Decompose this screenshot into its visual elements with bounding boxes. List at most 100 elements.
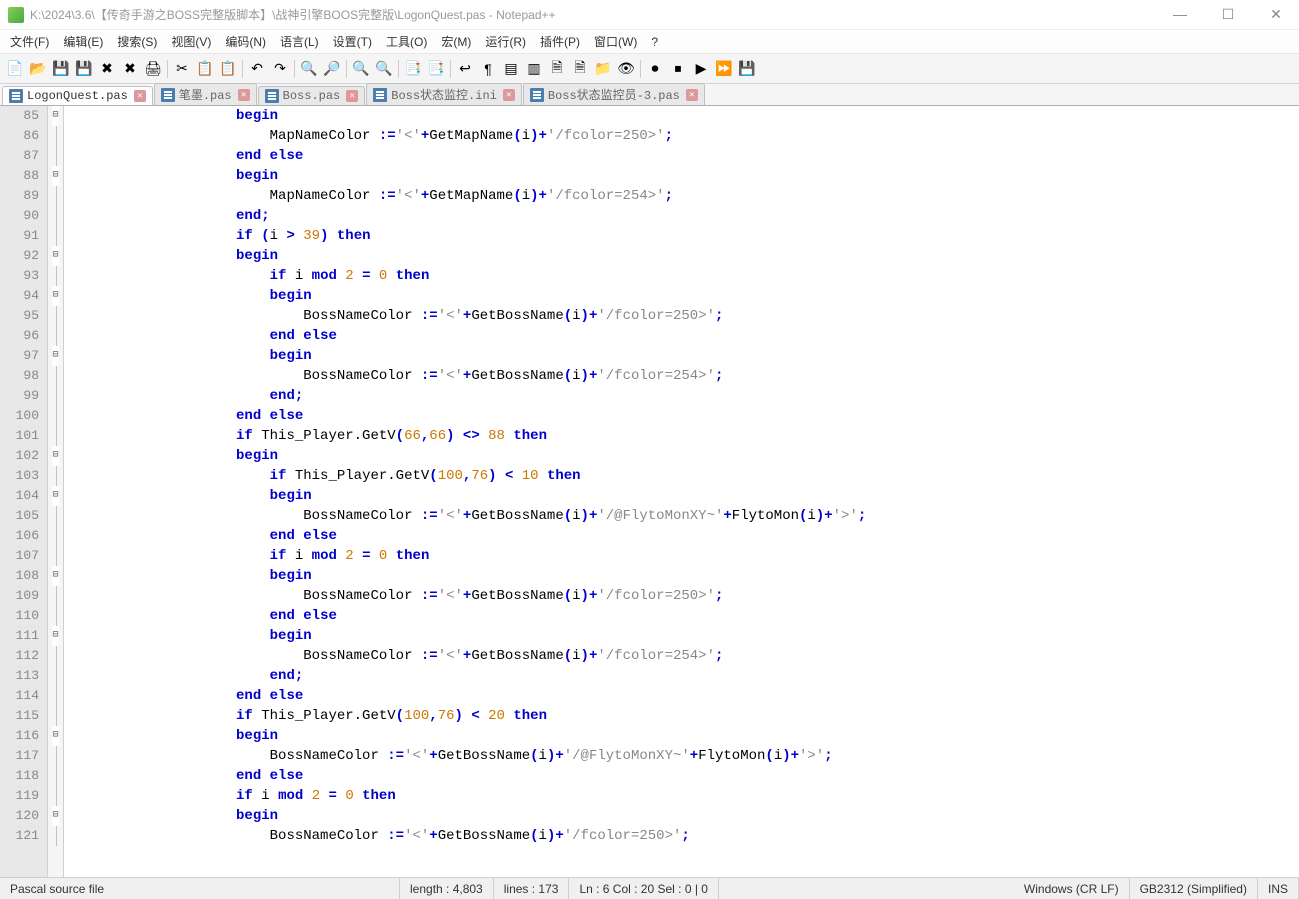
menu-help[interactable]: ? [645, 33, 664, 51]
code-line[interactable]: end else [68, 146, 1299, 166]
menu-encoding[interactable]: 编码(N) [219, 31, 272, 52]
play-icon[interactable]: ▶ [690, 58, 712, 80]
menu-run[interactable]: 运行(R) [479, 31, 532, 52]
menu-edit[interactable]: 编辑(E) [57, 31, 109, 52]
fold-collapse-icon[interactable] [48, 446, 63, 466]
code-line[interactable]: if i mod 2 = 0 then [68, 266, 1299, 286]
code-line[interactable]: end else [68, 526, 1299, 546]
fold-collapse-icon[interactable] [48, 166, 63, 186]
stop-icon[interactable]: ⏹ [667, 58, 689, 80]
code-line[interactable]: BossNameColor :='<'+GetBossName(i)+'/@Fl… [68, 506, 1299, 526]
close-icon[interactable]: ✖ [96, 58, 118, 80]
code-line[interactable]: begin [68, 286, 1299, 306]
lang-icon[interactable]: 🗎 [546, 58, 568, 80]
code-line[interactable]: MapNameColor :='<'+GetMapName(i)+'/fcolo… [68, 126, 1299, 146]
showall-icon[interactable]: ¶ [477, 58, 499, 80]
menu-plugins[interactable]: 插件(P) [534, 31, 586, 52]
zoomout-icon[interactable]: 🔍 [373, 58, 395, 80]
code-line[interactable]: begin [68, 626, 1299, 646]
fold-collapse-icon[interactable] [48, 246, 63, 266]
status-eol[interactable]: Windows (CR LF) [1014, 878, 1130, 899]
code-line[interactable]: BossNameColor :='<'+GetBossName(i)+'/@Fl… [68, 746, 1299, 766]
redo-icon[interactable]: ↷ [269, 58, 291, 80]
folder-icon[interactable]: 📁 [592, 58, 614, 80]
rec-icon[interactable]: ⏺ [644, 58, 666, 80]
code-line[interactable]: BossNameColor :='<'+GetBossName(i)+'/fco… [68, 306, 1299, 326]
code-line[interactable]: BossNameColor :='<'+GetBossName(i)+'/fco… [68, 586, 1299, 606]
code-line[interactable]: if (i > 39) then [68, 226, 1299, 246]
macrosave-icon[interactable]: 💾 [736, 58, 758, 80]
saveall-icon[interactable]: 💾 [73, 58, 95, 80]
code-line[interactable]: begin [68, 246, 1299, 266]
tab-4[interactable]: Boss状态监控员-3.pas✕ [523, 83, 705, 105]
fold-collapse-icon[interactable] [48, 486, 63, 506]
menu-language[interactable]: 语言(L) [274, 31, 325, 52]
code-line[interactable]: begin [68, 446, 1299, 466]
tab-3[interactable]: Boss状态监控.ini✕ [366, 83, 522, 105]
sync-icon[interactable]: 📑 [402, 58, 424, 80]
cut-icon[interactable]: ✂ [171, 58, 193, 80]
fold-collapse-icon[interactable] [48, 106, 63, 126]
zoomin-icon[interactable]: 🔍 [350, 58, 372, 80]
copy-icon[interactable]: 📋 [194, 58, 216, 80]
tab-close-icon[interactable]: ✕ [686, 89, 698, 101]
code-line[interactable]: end else [68, 766, 1299, 786]
editor[interactable]: 8586878889909192939495969798991001011021… [0, 106, 1299, 877]
code-line[interactable]: if i mod 2 = 0 then [68, 546, 1299, 566]
menu-settings[interactable]: 设置(T) [327, 31, 378, 52]
code-line[interactable]: end else [68, 606, 1299, 626]
sync2-icon[interactable]: 📑 [425, 58, 447, 80]
code-line[interactable]: begin [68, 806, 1299, 826]
tab-close-icon[interactable]: ✕ [346, 90, 358, 102]
closeall-icon[interactable]: ✖ [119, 58, 141, 80]
tab-close-icon[interactable]: ✕ [238, 89, 250, 101]
open-icon[interactable]: 📂 [27, 58, 49, 80]
code-line[interactable]: BossNameColor :='<'+GetBossName(i)+'/fco… [68, 646, 1299, 666]
fold-collapse-icon[interactable] [48, 286, 63, 306]
udl-icon[interactable]: 🗎 [569, 58, 591, 80]
code-line[interactable]: if This_Player.GetV(100,76) < 20 then [68, 706, 1299, 726]
status-insert-mode[interactable]: INS [1258, 878, 1299, 899]
code-line[interactable]: begin [68, 486, 1299, 506]
tab-2[interactable]: Boss.pas✕ [258, 86, 366, 105]
wrap-icon[interactable]: ↩ [454, 58, 476, 80]
find-icon[interactable]: 🔍 [298, 58, 320, 80]
tab-0[interactable]: LogonQuest.pas✕ [2, 86, 153, 105]
guide-icon[interactable]: ▥ [523, 58, 545, 80]
fold-collapse-icon[interactable] [48, 626, 63, 646]
fold-collapse-icon[interactable] [48, 726, 63, 746]
replace-icon[interactable]: 🔎 [321, 58, 343, 80]
tab-close-icon[interactable]: ✕ [134, 90, 146, 102]
paste-icon[interactable]: 📋 [217, 58, 239, 80]
fold-gutter[interactable] [48, 106, 64, 877]
status-encoding[interactable]: GB2312 (Simplified) [1130, 878, 1258, 899]
maximize-button[interactable]: ☐ [1213, 6, 1243, 23]
code-area[interactable]: begin MapNameColor :='<'+GetMapName(i)+'… [64, 106, 1299, 877]
code-line[interactable]: begin [68, 726, 1299, 746]
save-icon[interactable]: 💾 [50, 58, 72, 80]
menu-macro[interactable]: 宏(M) [435, 31, 477, 52]
code-line[interactable]: begin [68, 106, 1299, 126]
code-line[interactable]: MapNameColor :='<'+GetMapName(i)+'/fcolo… [68, 186, 1299, 206]
close-button[interactable]: ✕ [1261, 6, 1291, 23]
menu-search[interactable]: 搜索(S) [111, 31, 163, 52]
code-line[interactable]: if i mod 2 = 0 then [68, 786, 1299, 806]
menu-file[interactable]: 文件(F) [4, 31, 55, 52]
code-line[interactable]: begin [68, 566, 1299, 586]
code-line[interactable]: begin [68, 166, 1299, 186]
minimize-button[interactable]: — [1165, 6, 1195, 23]
menu-window[interactable]: 窗口(W) [588, 31, 643, 52]
tab-close-icon[interactable]: ✕ [503, 89, 515, 101]
fold-collapse-icon[interactable] [48, 346, 63, 366]
tab-1[interactable]: 笔墨.pas✕ [154, 83, 257, 105]
code-line[interactable]: end; [68, 386, 1299, 406]
print-icon[interactable]: 🖨 [142, 58, 164, 80]
code-line[interactable]: end else [68, 326, 1299, 346]
code-line[interactable]: BossNameColor :='<'+GetBossName(i)+'/fco… [68, 826, 1299, 846]
code-line[interactable]: end; [68, 206, 1299, 226]
fold-collapse-icon[interactable] [48, 806, 63, 826]
monitor-icon[interactable]: 👁 [615, 58, 637, 80]
indent-icon[interactable]: ▤ [500, 58, 522, 80]
code-line[interactable]: if This_Player.GetV(100,76) < 10 then [68, 466, 1299, 486]
code-line[interactable]: if This_Player.GetV(66,66) <> 88 then [68, 426, 1299, 446]
